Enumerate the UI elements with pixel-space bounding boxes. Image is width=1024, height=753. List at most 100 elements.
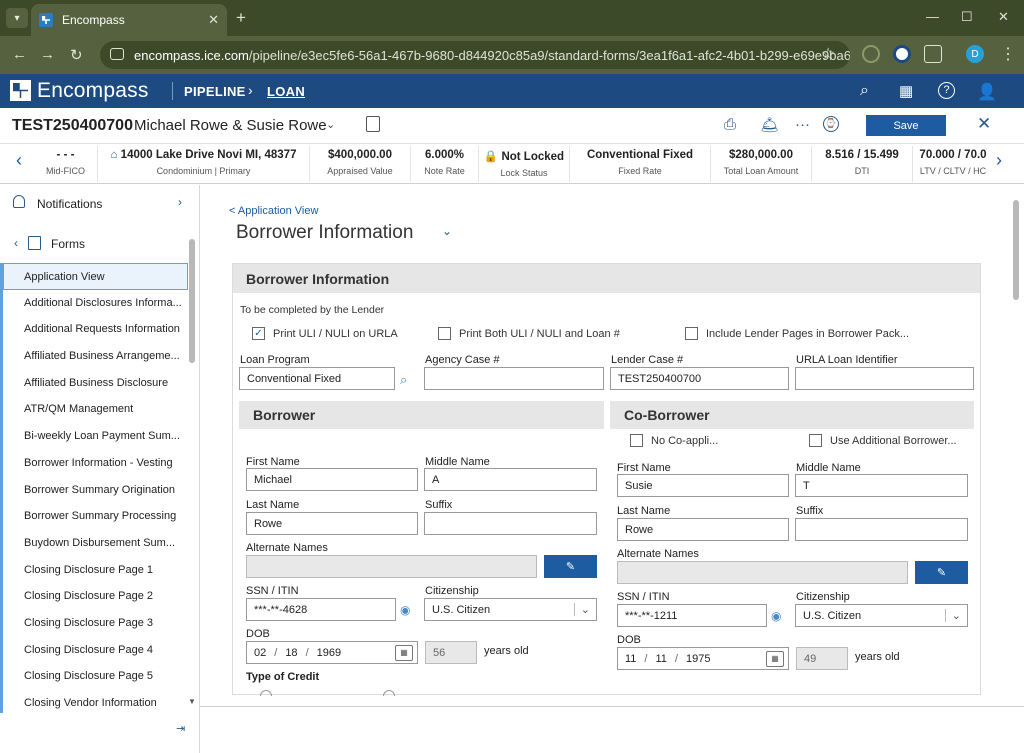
bookmark-star-icon[interactable]: ☆ — [821, 44, 835, 64]
reload-icon[interactable]: ↻ — [70, 46, 83, 64]
summary-prev-icon[interactable]: ‹ — [16, 150, 22, 171]
coborrower-citizenship-select[interactable]: U.S. Citizen ⌄ — [795, 604, 968, 627]
loan-program-input[interactable]: Conventional Fixed — [239, 367, 395, 390]
lender-case-input[interactable]: TEST250400700 — [610, 367, 789, 390]
coborrower-first-name-input[interactable]: Susie — [617, 474, 789, 497]
urla-id-input[interactable] — [795, 367, 974, 390]
close-window-icon[interactable]: ✕ — [998, 9, 1009, 25]
forms-collapse-icon[interactable]: ‹ — [14, 236, 18, 250]
sidebar-scroll-thumb[interactable] — [189, 239, 195, 363]
form-item[interactable]: Bi-weekly Loan Payment Sum... — [3, 423, 188, 450]
notifications-expand-icon[interactable]: › — [178, 195, 182, 209]
help-icon[interactable]: ? — [938, 82, 955, 99]
extensions-puzzle-icon[interactable] — [924, 45, 942, 63]
form-item[interactable]: Affiliated Business Arrangeme... — [3, 343, 188, 370]
borrower-first-name-input[interactable]: Michael — [246, 468, 418, 491]
forward-arrow-icon[interactable]: → — [40, 46, 55, 63]
extension-icon[interactable] — [862, 45, 880, 63]
print-both-checkbox[interactable]: Print Both ULI / NULI and Loan # — [438, 327, 620, 340]
calendar-icon[interactable]: ▦ — [766, 650, 784, 667]
forms-label[interactable]: Forms — [51, 237, 85, 251]
concierge-bell-icon[interactable]: 🛎 — [760, 116, 779, 134]
close-loan-icon[interactable]: ✕ — [977, 114, 991, 134]
checkbox-checked[interactable]: ✓ — [252, 327, 265, 340]
address-bar[interactable]: encompass.ice.com/pipeline/e3ec5fe6-56a1… — [100, 41, 850, 69]
chevron-down-icon[interactable]: ⌄ — [326, 118, 335, 131]
nav-pipeline[interactable]: PIPELINE — [184, 84, 246, 99]
borrower-ssn-input[interactable]: ***-**-4628 — [246, 598, 396, 621]
use-additional-borrower-checkbox[interactable]: Use Additional Borrower... — [809, 434, 957, 447]
user-account-icon[interactable]: 👤 — [977, 82, 997, 102]
print-uli-checkbox[interactable]: ✓ Print ULI / NULI on URLA — [252, 327, 398, 340]
password-manager-icon[interactable] — [893, 45, 911, 63]
form-item[interactable]: Closing Disclosure Page 4 — [3, 637, 188, 664]
site-settings-icon[interactable] — [110, 48, 124, 60]
back-to-application-view-link[interactable]: < Application View — [229, 205, 318, 217]
edit-alternate-names-button[interactable]: ✎ — [544, 555, 597, 578]
more-options-icon[interactable]: ··· — [795, 116, 810, 133]
notifications-label[interactable]: Notifications — [37, 197, 102, 211]
checkbox[interactable] — [438, 327, 451, 340]
borrower-names[interactable]: Michael Rowe & Susie Rowe — [134, 117, 327, 134]
form-item[interactable]: Affiliated Business Disclosure — [3, 370, 188, 397]
form-item[interactable]: Closing Disclosure Page 2 — [3, 583, 188, 610]
show-ssn-eye-icon[interactable]: ◉ — [771, 609, 781, 623]
history-clock-icon[interactable]: ⌚ — [823, 116, 839, 132]
form-switcher-chevron-icon[interactable]: ⌄ — [442, 224, 452, 238]
form-item[interactable]: Borrower Summary Origination — [3, 477, 188, 504]
chevron-down-icon[interactable]: ⌄ — [944, 609, 967, 622]
main-scroll-thumb[interactable] — [1013, 200, 1019, 300]
borrower-middle-name-input[interactable]: A — [424, 468, 597, 491]
summary-next-icon[interactable]: › — [996, 150, 1002, 171]
coborrower-suffix-input[interactable] — [795, 518, 968, 541]
edit-alternate-names-button[interactable]: ✎ — [915, 561, 968, 584]
scroll-down-arrow-icon[interactable]: ▼ — [188, 697, 196, 706]
borrower-last-name-input[interactable]: Rowe — [246, 512, 418, 535]
credit-type-radio[interactable] — [383, 690, 395, 696]
apps-grid-icon[interactable]: ▦ — [899, 82, 913, 100]
maximize-window-icon[interactable]: ☐ — [961, 9, 973, 25]
form-item[interactable]: ATR/QM Management — [3, 396, 188, 423]
borrower-suffix-input[interactable] — [424, 512, 597, 535]
checkbox[interactable] — [809, 434, 822, 447]
borrower-citizenship-select[interactable]: U.S. Citizen ⌄ — [424, 598, 597, 621]
form-item[interactable]: Borrower Summary Processing — [3, 503, 188, 530]
search-icon[interactable]: ⌕ — [400, 372, 407, 388]
collapse-sidebar-icon[interactable]: ⇥ — [176, 722, 185, 735]
form-item[interactable]: Borrower Information - Vesting — [3, 450, 188, 477]
form-item[interactable]: Additional Requests Information — [3, 316, 188, 343]
coborrower-last-name-input[interactable]: Rowe — [617, 518, 789, 541]
browser-menu-icon[interactable]: ⋮ — [1000, 44, 1016, 64]
form-item[interactable]: Closing Disclosure Page 5 — [3, 663, 188, 690]
minimize-window-icon[interactable]: — — [926, 9, 939, 24]
new-tab-button[interactable]: + — [236, 8, 246, 28]
include-lender-pages-checkbox[interactable]: Include Lender Pages in Borrower Pack... — [685, 327, 909, 340]
calendar-icon[interactable]: ▦ — [395, 644, 413, 661]
save-button[interactable]: Save — [866, 115, 946, 136]
borrower-dob-input[interactable]: 02 / 18 / 1969 ▦ — [246, 641, 418, 664]
chevron-down-icon[interactable]: ⌄ — [573, 603, 596, 616]
print-icon[interactable]: ⎙ — [724, 116, 736, 133]
tab-search-button[interactable]: ▾ — [6, 8, 28, 28]
coborrower-middle-name-input[interactable]: T — [795, 474, 968, 497]
form-item-application-view[interactable]: Application View — [3, 263, 188, 290]
form-item[interactable]: Additional Disclosures Informa... — [3, 290, 188, 317]
coborrower-dob-input[interactable]: 11 / 11 / 1975 ▦ — [617, 647, 789, 670]
close-tab-icon[interactable]: ✕ — [208, 12, 219, 28]
form-item[interactable]: Buydown Disbursement Sum... — [3, 530, 188, 557]
no-coapplicant-checkbox[interactable]: No Co-appli... — [630, 434, 718, 447]
coborrower-ssn-input[interactable]: ***-**-1211 — [617, 604, 767, 627]
back-arrow-icon[interactable]: ← — [12, 46, 27, 63]
document-icon[interactable] — [366, 116, 380, 132]
credit-type-radio[interactable] — [260, 690, 272, 696]
profile-avatar[interactable]: D — [966, 45, 984, 63]
agency-case-input[interactable] — [424, 367, 604, 390]
checkbox[interactable] — [685, 327, 698, 340]
form-item[interactable]: Closing Disclosure Page 1 — [3, 557, 188, 584]
show-ssn-eye-icon[interactable]: ◉ — [400, 603, 410, 617]
form-item[interactable]: Closing Vendor Information — [3, 690, 188, 713]
checkbox[interactable] — [630, 434, 643, 447]
form-item[interactable]: Closing Disclosure Page 3 — [3, 610, 188, 637]
browser-tab[interactable]: Encompass ✕ — [31, 4, 227, 36]
nav-loan[interactable]: LOAN — [267, 84, 305, 99]
